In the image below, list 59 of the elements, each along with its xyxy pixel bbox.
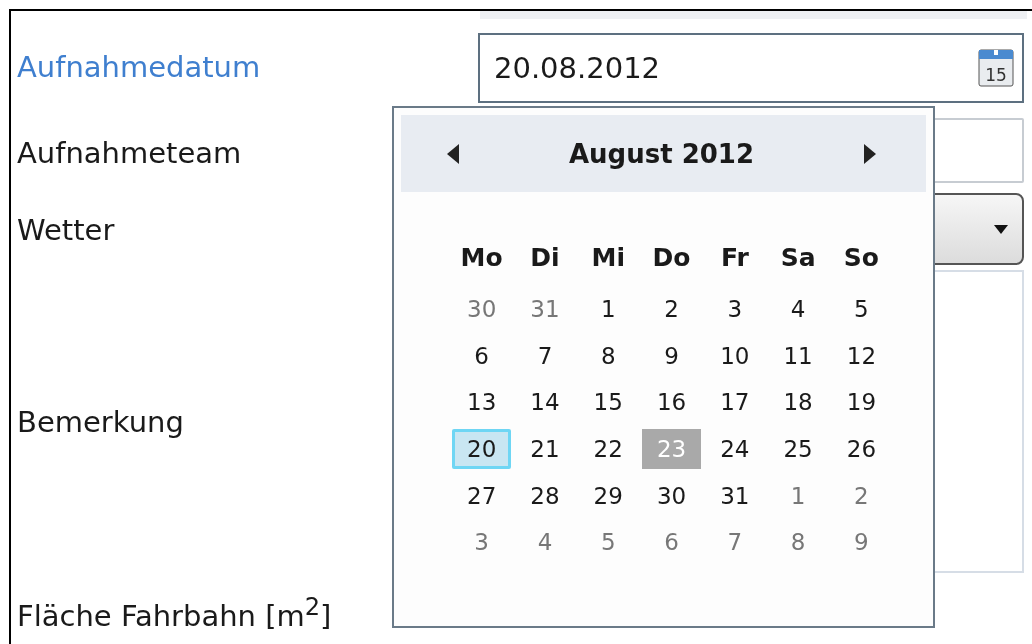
caret-icon	[994, 224, 1008, 234]
calendar-day[interactable]: 26	[831, 428, 892, 470]
calendar-day[interactable]: 20	[452, 428, 512, 470]
field-label: Aufnahmedatum	[17, 50, 261, 84]
calendar-day[interactable]: 8	[768, 522, 828, 563]
calendar-day[interactable]: 21	[515, 428, 575, 470]
calendar-day[interactable]: 28	[515, 475, 575, 517]
weekday-label: Do	[651, 241, 692, 274]
calendar-day[interactable]: 5	[578, 522, 638, 563]
calendar-day[interactable]: 16	[641, 382, 702, 423]
field-label: Wetter	[17, 213, 115, 247]
calendar-day[interactable]: 18	[768, 382, 828, 423]
field-label: Fläche Fahrbahn [m$^{2}$]	[17, 593, 332, 633]
weekday-label: Fr	[719, 241, 750, 274]
calendar-day[interactable]: 10	[705, 335, 765, 377]
calendar-day[interactable]: 8	[578, 335, 638, 377]
calendar-icon[interactable]: 15	[978, 49, 1014, 87]
calendar-day[interactable]: 30	[641, 475, 702, 517]
weekday-label: Sa	[779, 241, 817, 274]
calendar-day[interactable]: 6	[452, 335, 512, 377]
calendar-day[interactable]: 12	[831, 335, 892, 377]
calendar-day[interactable]: 9	[641, 335, 702, 377]
calendar-day[interactable]: 1	[578, 288, 638, 330]
calendar-day[interactable]: 15	[578, 382, 638, 423]
calendar-day[interactable]: 1	[768, 475, 828, 517]
calendar-day[interactable]: 31	[515, 288, 575, 330]
weekday-label: Mo	[459, 241, 504, 274]
calendar-day[interactable]: 24	[705, 428, 765, 470]
calendar-day[interactable]: 17	[705, 382, 765, 423]
calendar-day[interactable]: 3	[452, 522, 512, 563]
calendar-day[interactable]: 4	[515, 522, 575, 563]
calendar-day[interactable]: 22	[578, 428, 638, 470]
calendar-day[interactable]: 4	[768, 288, 828, 330]
calendar-day[interactable]: 31	[705, 475, 765, 517]
calendar-day[interactable]: 9	[831, 522, 892, 563]
field-label: Bemerkung	[17, 405, 184, 439]
calendar-day[interactable]: 2	[641, 288, 702, 330]
calendar-day[interactable]: 7	[515, 335, 575, 377]
previous-month-arrow-icon[interactable]	[447, 143, 459, 164]
weekday-label: So	[842, 241, 880, 274]
calendar-day[interactable]: 29	[578, 475, 638, 517]
calendar-day[interactable]: 14	[515, 382, 575, 423]
calendar-day[interactable]: 30	[452, 288, 512, 330]
calendar-day[interactable]: 7	[705, 522, 765, 563]
calendar-day[interactable]: 11	[768, 335, 828, 377]
month-title[interactable]: August 2012	[568, 138, 755, 169]
date-field[interactable]: 20.08.2012 15	[478, 33, 1024, 103]
calendar-day[interactable]: 13	[452, 382, 512, 423]
calendar-day[interactable]: 6	[641, 522, 702, 563]
next-month-arrow-icon[interactable]	[864, 143, 876, 164]
weekday-label: Di	[529, 241, 561, 274]
calendar-day[interactable]: 27	[452, 475, 512, 517]
calendar-day[interactable]: 5	[831, 288, 892, 330]
weekday-label: Mi	[590, 241, 626, 274]
calendar-day[interactable]: 25	[768, 428, 828, 470]
calendar-day[interactable]: 2	[831, 475, 892, 517]
calendar-day[interactable]: 19	[831, 382, 892, 423]
calendar-day[interactable]: 3	[705, 288, 765, 330]
field-label: Aufnahmeteam	[17, 136, 242, 170]
